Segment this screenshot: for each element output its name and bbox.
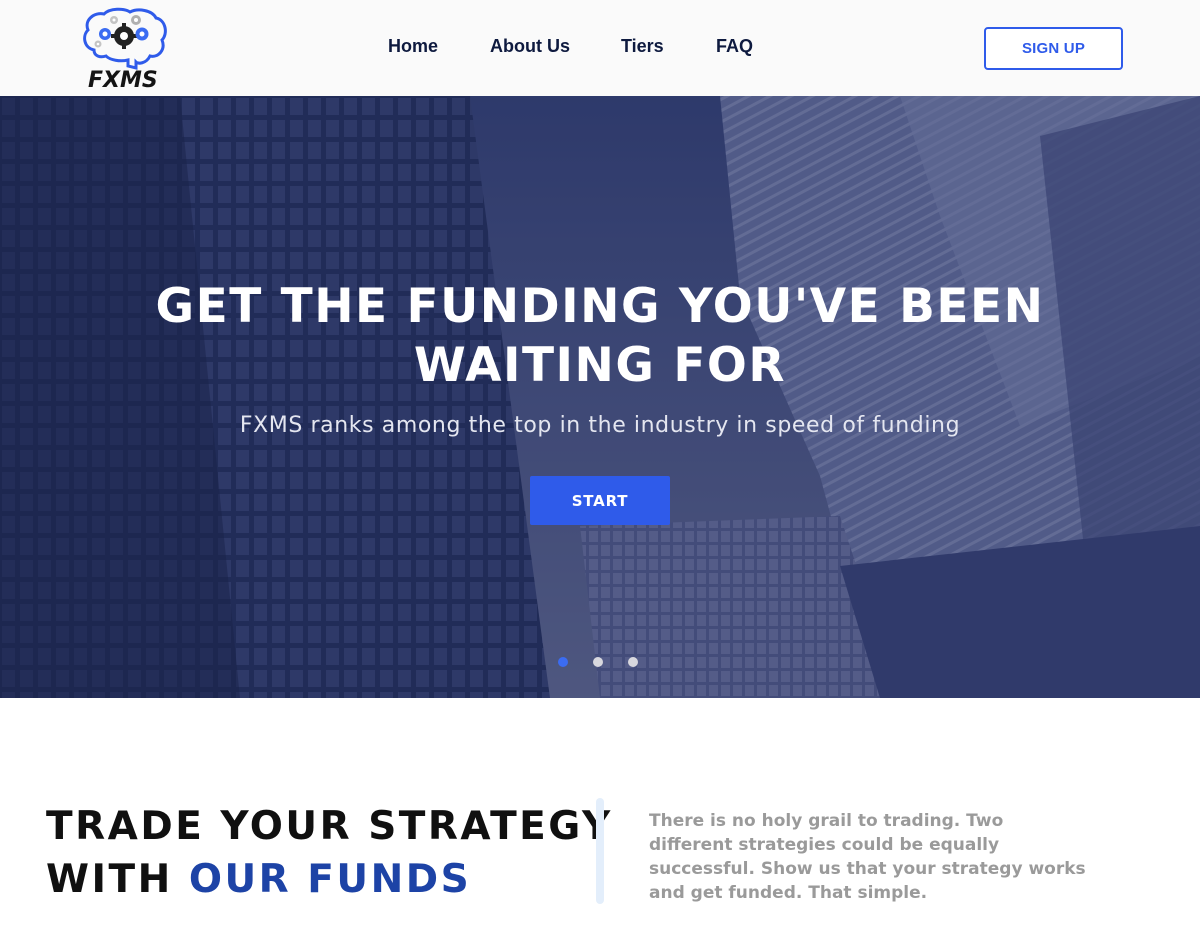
logo-wordmark: FXMS xyxy=(88,68,158,93)
hero-title-line-2: WAITING FOR xyxy=(413,338,787,393)
hero-background-image xyxy=(0,96,1200,698)
hero-subtitle: FXMS ranks among the top in the industry… xyxy=(239,413,961,438)
section-divider xyxy=(596,798,604,904)
nav-home[interactable]: Home xyxy=(388,36,438,57)
site-header: FXMS Home About Us Tiers FAQ SIGN UP xyxy=(0,0,1200,96)
hero-title: GET THE FUNDING YOU'VE BEEN WAITING FOR xyxy=(0,277,1200,395)
sign-up-button[interactable]: SIGN UP xyxy=(984,27,1123,70)
hero-carousel: GET THE FUNDING YOU'VE BEEN WAITING FOR … xyxy=(0,96,1200,698)
hero-title-line-1: GET THE FUNDING YOU'VE BEEN xyxy=(155,279,1045,334)
nav-about-us[interactable]: About Us xyxy=(490,36,570,57)
carousel-dot-3[interactable] xyxy=(628,657,638,667)
strategy-blurb: There is no holy grail to trading. Two d… xyxy=(649,811,1086,903)
start-button[interactable]: START xyxy=(530,476,670,525)
strategy-heading-accent: OUR FUNDS xyxy=(188,857,472,902)
carousel-dot-2[interactable] xyxy=(593,657,603,667)
nav-faq[interactable]: FAQ xyxy=(716,36,753,57)
strategy-heading-line-2: WITH xyxy=(46,857,189,902)
nav-tiers[interactable]: Tiers xyxy=(621,36,664,57)
carousel-dot-1[interactable] xyxy=(558,657,568,667)
strategy-heading-line-1: TRADE YOUR STRATEGY xyxy=(46,804,613,849)
strategy-heading: TRADE YOUR STRATEGY WITH OUR FUNDS xyxy=(46,800,613,906)
